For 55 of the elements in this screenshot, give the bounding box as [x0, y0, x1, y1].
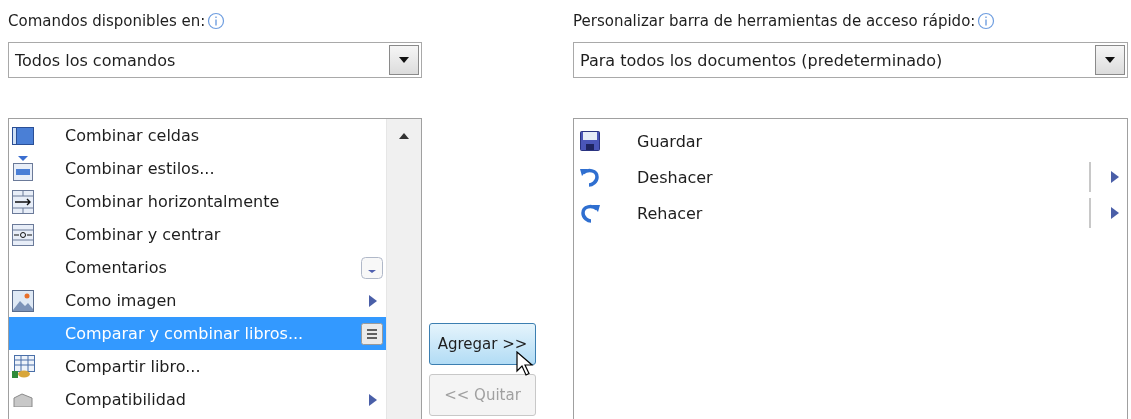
info-icon — [207, 12, 226, 30]
customize-toolbar-label: Personalizar barra de herramientas de acceso rápido: — [573, 12, 976, 30]
command-item[interactable]: Combinar horizontalmente — [9, 185, 386, 218]
command-label: Deshacer — [637, 167, 714, 187]
submenu-arrow-icon — [367, 393, 377, 406]
caret-icon — [399, 57, 409, 63]
command-label: Comparar y combinar libros... — [65, 324, 305, 343]
command-label: Combinar celdas — [65, 126, 201, 145]
mouse-cursor-icon — [516, 351, 534, 377]
commands-source-dropdown[interactable]: Todos los comandos — [8, 42, 422, 78]
command-label: Combinar y centrar — [65, 225, 222, 244]
command-item[interactable]: Comentarios — [9, 251, 386, 284]
command-item[interactable]: Combinar celdas — [9, 119, 386, 152]
toolbar-scope-dropdown[interactable]: Para todos los documentos (predeterminado) — [573, 42, 1128, 78]
command-label: Comentarios — [65, 258, 168, 277]
dropdown-button-icon — [361, 256, 383, 279]
command-item[interactable]: Combinar y centrar — [9, 218, 386, 251]
command-item[interactable]: Compartir libro... — [9, 350, 386, 383]
save-icon — [580, 131, 600, 151]
add-button[interactable]: Agregar >> — [429, 323, 536, 365]
dropdown-button[interactable] — [1095, 45, 1125, 75]
command-label: Compartir libro... — [65, 357, 202, 376]
command-label: Rehacer — [637, 203, 704, 223]
shared-workbook-icon — [12, 354, 36, 379]
info-icon — [977, 12, 996, 30]
caret-icon — [1105, 57, 1115, 63]
toolbar-command-item[interactable]: Rehacer — [574, 195, 1127, 231]
command-item[interactable]: Compatibilidad — [9, 383, 386, 416]
command-item[interactable]: Como imagen — [9, 284, 386, 317]
command-label: Como imagen — [65, 291, 178, 310]
dropdown-value: Para todos los documentos (predeterminado) — [580, 50, 943, 70]
toolbar-command-item[interactable]: Guardar — [574, 123, 1127, 159]
compatibility-icon — [12, 392, 34, 407]
submenu-arrow-icon — [367, 294, 377, 307]
submenu-arrow-icon — [1109, 207, 1119, 219]
command-label: Guardar — [637, 131, 704, 151]
commands-available-label: Comandos disponibles en: — [8, 12, 206, 30]
command-label: Combinar horizontalmente — [65, 192, 281, 211]
merge-center-icon — [12, 223, 34, 246]
scrollbar[interactable] — [386, 119, 421, 419]
command-label: Compatibilidad — [65, 390, 187, 409]
submenu-arrow-icon — [1109, 171, 1119, 183]
picture-icon — [12, 289, 34, 312]
scroll-up-arrow-icon[interactable] — [399, 133, 409, 139]
toolbar-command-item[interactable]: Deshacer — [574, 159, 1127, 195]
merge-across-icon — [12, 189, 34, 214]
dropdown-button[interactable] — [389, 45, 419, 75]
list-icon — [361, 322, 383, 345]
undo-icon — [580, 167, 600, 187]
command-label: Combinar estilos... — [65, 159, 216, 178]
merge-cells-icon — [12, 126, 34, 145]
redo-icon — [580, 203, 600, 223]
styles-icon — [12, 155, 34, 182]
command-item[interactable]: Combinar estilos... — [9, 152, 386, 185]
dropdown-value: Todos los comandos — [15, 50, 176, 70]
